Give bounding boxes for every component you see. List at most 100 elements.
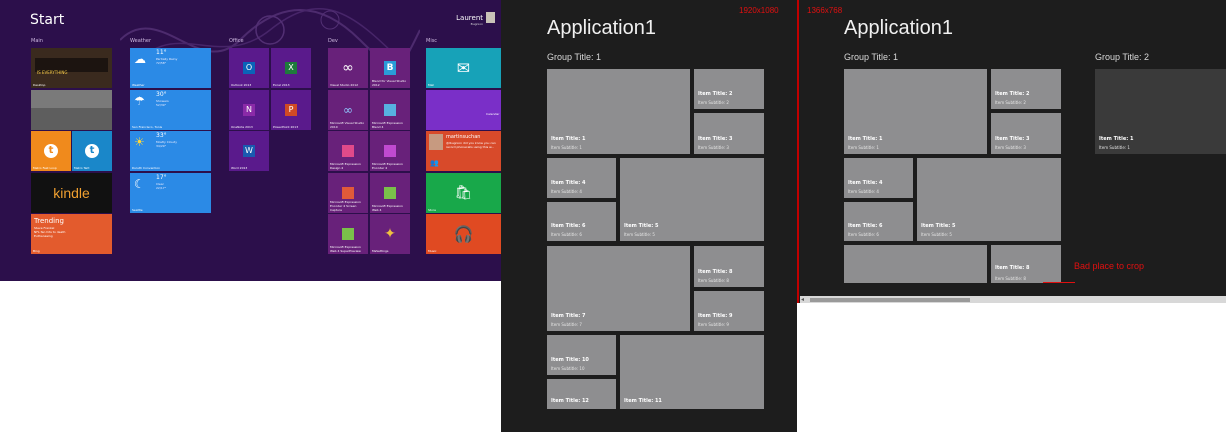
tile-store[interactable]: 🛍 Store: [426, 173, 501, 213]
item-tile[interactable]: Item Title: 2 Item Subtitle: 2: [694, 69, 764, 109]
tile-metro-twit[interactable]: t Metro Twit: [72, 131, 112, 171]
item-tile[interactable]: Item Title: 6 Item Subtitle: 6: [844, 202, 913, 241]
people-photo: [429, 134, 443, 150]
group-label-main: Main: [31, 38, 43, 44]
item-tile[interactable]: Item Title: 3 Item Subtitle: 3: [694, 113, 764, 154]
people-name: martinsuchan: [446, 134, 481, 140]
tile-metro-fast-loop[interactable]: t Metro Fast Loop: [31, 131, 71, 171]
item-tile[interactable]: Item Title: 6 Item Subtitle: 6: [547, 202, 616, 241]
weather-range: 22/17°: [156, 186, 167, 190]
tile-photo[interactable]: [31, 90, 112, 130]
item-tile[interactable]: Item Title: 8 Item Subtitle: 8: [694, 246, 764, 287]
photo-image: [31, 108, 112, 130]
tile-label: Duluth Convention: [132, 166, 161, 170]
group-title[interactable]: Group Title: 1: [547, 52, 601, 62]
expression-superpreview-icon: [342, 228, 354, 240]
scrollbar-thumb[interactable]: [810, 298, 970, 302]
tile-bing-trending[interactable]: Trending Steve Frankel NFL fan hits to d…: [31, 214, 112, 254]
tile-expression-design[interactable]: Microsoft Expression Design 4: [328, 131, 368, 171]
tile-outlook[interactable]: O Outlook 2013: [229, 48, 269, 88]
tile-excel[interactable]: X Excel 2013: [271, 48, 311, 88]
tile-visual-studio-2010[interactable]: ∞ Microsoft Visual Studio 2010: [328, 90, 368, 130]
tile-label: Store: [428, 208, 436, 212]
item-tile[interactable]: Item Title: 7 Item Subtitle: 7: [547, 246, 690, 331]
item-title: Item Title: 10: [551, 357, 589, 363]
item-tile[interactable]: Item Title: 4 Item Subtitle: 4: [547, 158, 616, 198]
start-screen: Start Laurent Bugnion Main Weather Offic…: [0, 0, 501, 281]
tile-word[interactable]: W Word 2013: [229, 131, 269, 171]
item-title: Item Title: 6: [848, 223, 883, 229]
tile-mssettings[interactable]: ✦ MsSettings: [370, 214, 410, 254]
tile-onenote[interactable]: N OneNote 2013: [229, 90, 269, 130]
tile-weather-4[interactable]: ☾ 17° Clear 22/17° Seattle: [130, 173, 211, 213]
item-tile-cropped[interactable]: [844, 245, 987, 283]
item-tile[interactable]: Item Title: 10 Item Subtitle: 10: [547, 335, 616, 375]
app-window-1920x1080: Application1 1920x1080 Group Title: 1 It…: [501, 0, 797, 432]
resolution-label: 1920x1080: [739, 6, 779, 15]
tile-desktop[interactable]: IS EVERYTHING Desktop: [31, 48, 112, 88]
tile-visual-studio[interactable]: ∞ Visual Studio 2012: [328, 48, 368, 88]
item-tile[interactable]: Item Title: 8 Item Subtitle: 8: [991, 245, 1061, 283]
tile-weather-2[interactable]: ☂ 30° Showers 52/39° San Francisco, Tuni…: [130, 90, 211, 130]
item-title: Item Title: 9: [698, 313, 733, 319]
item-tile[interactable]: Item Title: 5 Item Subtitle: 5: [620, 158, 764, 241]
weather-temp: 17°: [156, 174, 167, 181]
tile-kindle[interactable]: kindle: [31, 173, 112, 213]
start-title: Start: [30, 12, 65, 28]
tile-powerpoint[interactable]: P PowerPoint 2013: [271, 90, 311, 130]
tile-mail[interactable]: ✉ Mail: [426, 48, 501, 88]
item-tile[interactable]: Item Title: 4 Item Subtitle: 4: [844, 158, 913, 198]
tile-expression-encoder[interactable]: Microsoft Expression Encoder 4: [370, 131, 410, 171]
item-tile[interactable]: Item Title: 11: [620, 335, 764, 409]
tile-expression-web[interactable]: Microsoft Expression Web 4: [370, 173, 410, 213]
trending-title: Trending: [34, 217, 64, 225]
tile-music[interactable]: 🎧 Music: [426, 214, 501, 254]
item-tile[interactable]: Item Title: 1 Item Subtitle: 1: [547, 69, 690, 154]
tile-people[interactable]: martinsuchan @lbugnion did you know you …: [426, 131, 501, 171]
item-title: Item Title: 5: [624, 223, 659, 229]
group-label-misc: Misc: [426, 38, 438, 44]
group-title-2[interactable]: Group Title: 2: [1095, 52, 1149, 62]
user-avatar[interactable]: [486, 12, 495, 23]
item-subtitle: Item Subtitle: 9: [698, 322, 729, 327]
expression-blend-icon: [384, 104, 396, 116]
item-title: Item Title: 8: [698, 269, 733, 275]
tile-weather-3[interactable]: ☀ 33° Mostly Cloudy 34/29° Duluth Conven…: [130, 131, 211, 171]
tile-expression-superpreview[interactable]: Microsoft Expression Web 4 SuperPreview: [328, 214, 368, 254]
tile-calendar[interactable]: Calendar: [426, 90, 501, 130]
item-subtitle: Item Subtitle: 8: [995, 276, 1026, 281]
item-title: Item Title: 3: [698, 136, 733, 142]
item-tile[interactable]: Item Title: 12: [547, 379, 616, 409]
tile-weather-1[interactable]: ☁ 11° Partially Rainy 72/58° Weather: [130, 48, 211, 88]
excel-icon: X: [285, 62, 297, 74]
item-title: Item Title: 3: [995, 136, 1030, 142]
item-subtitle: Item Subtitle: 2: [995, 100, 1026, 105]
item-title: Item Title: 2: [698, 91, 733, 97]
tile-label: Microsoft Expression Blend 4: [372, 121, 403, 129]
tile-expression-blend[interactable]: Microsoft Expression Blend 4: [370, 90, 410, 130]
item-tile[interactable]: Item Title: 2 Item Subtitle: 2: [991, 69, 1061, 109]
item-tile[interactable]: Item Title: 1 Item Subtitle: 1: [844, 69, 987, 154]
tile-expression-encoder-screen[interactable]: Microsoft Expression Encoder 4 Screen Ca…: [328, 173, 368, 213]
blend-icon: B: [384, 61, 396, 75]
group-label-dev: Dev: [328, 38, 338, 44]
people-message: @lbugnion did you know you can record ph…: [446, 141, 496, 149]
tile-label: Microsoft Expression Web 4: [372, 204, 403, 212]
tile-blend[interactable]: B Blend for Visual Studio 2012: [370, 48, 410, 88]
app-title: Application1: [844, 17, 953, 39]
item-tile[interactable]: Item Title: 9 Item Subtitle: 9: [694, 291, 764, 331]
scroll-left-arrow-icon[interactable]: ◂: [801, 296, 804, 303]
item-tile[interactable]: Item Title: 3 Item Subtitle: 3: [991, 113, 1061, 154]
item-subtitle: Item Subtitle: 7: [551, 322, 582, 327]
rain-cloud-icon: ☁: [134, 52, 146, 66]
expression-encoder-screen-icon: [342, 187, 354, 199]
onenote-icon: N: [243, 104, 255, 116]
tile-label: Microsoft Expression Web 4 SuperPreview: [330, 245, 361, 253]
tile-label: Bing: [33, 249, 40, 253]
group-title-1[interactable]: Group Title: 1: [844, 52, 898, 62]
item-tile[interactable]: Item Title: 5 Item Subtitle: 5: [917, 158, 1061, 241]
tile-label: Metro Fast Loop: [33, 166, 57, 170]
user-name[interactable]: Laurent: [456, 14, 483, 22]
tile-label: Visual Studio 2012: [330, 83, 359, 87]
item-tile-group2[interactable]: Item Title: 1 Item Subtitle: 1: [1095, 69, 1226, 154]
